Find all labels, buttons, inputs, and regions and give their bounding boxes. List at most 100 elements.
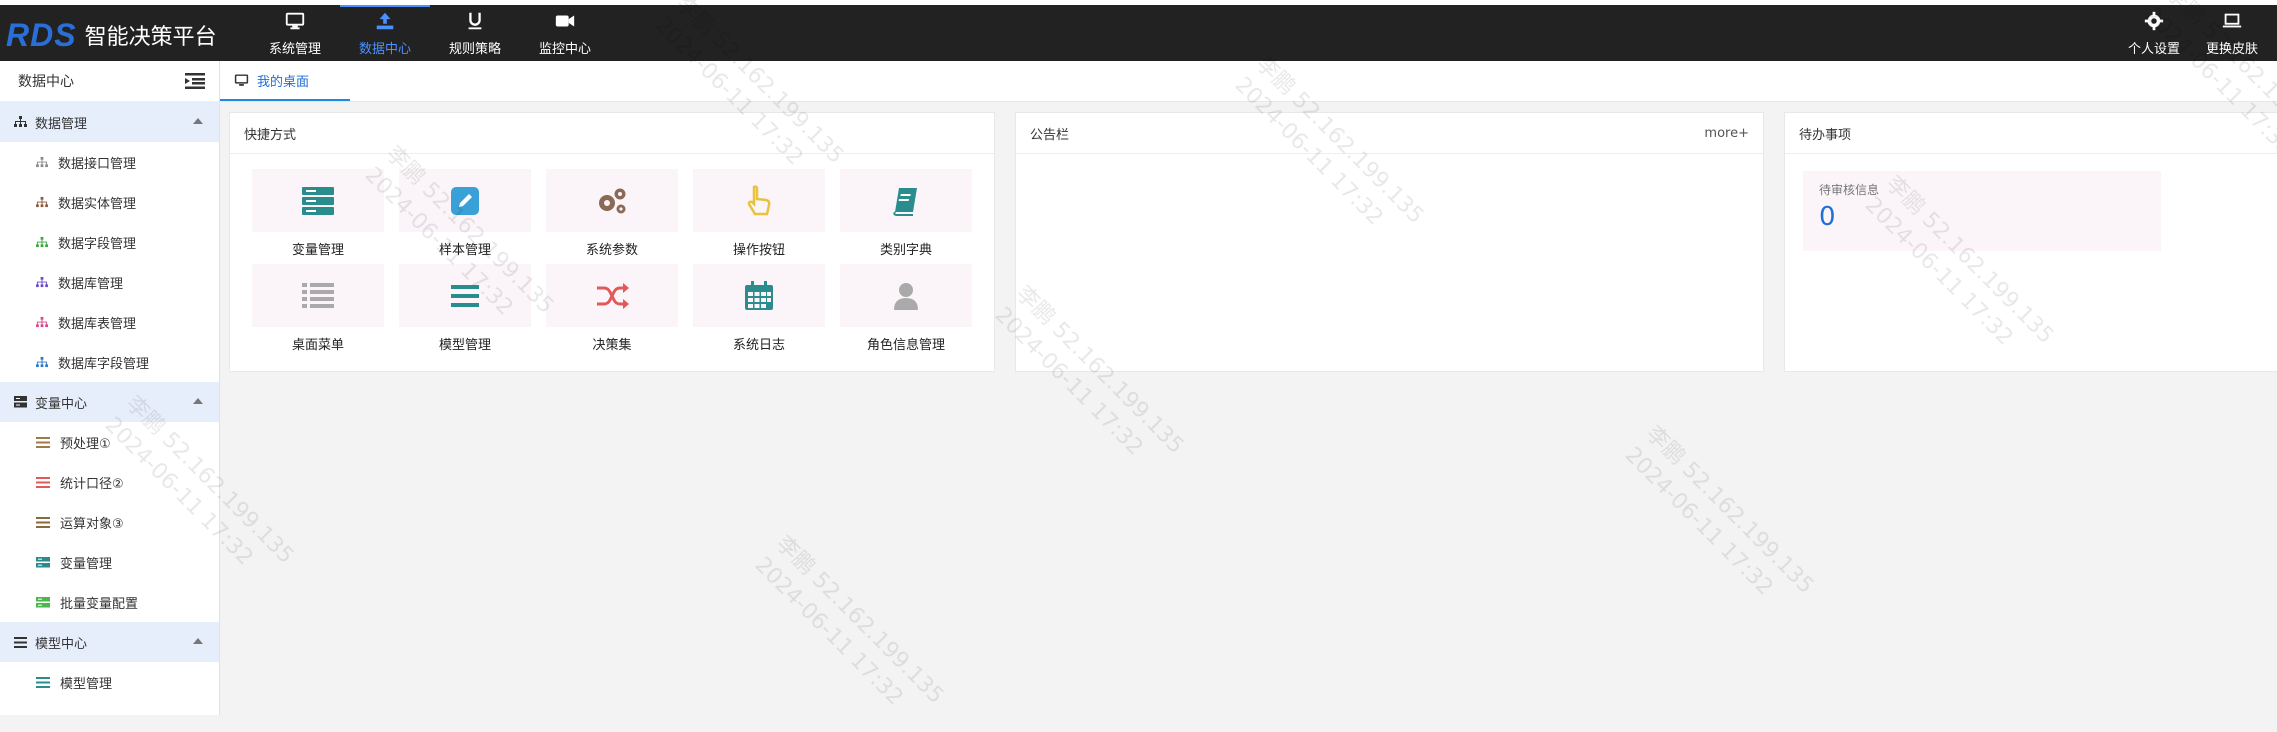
sidebar-item-label: 数据库管理 (58, 276, 124, 292)
server-icon (36, 556, 50, 567)
shortcut-system-parameters[interactable]: 系统参数 (546, 169, 678, 258)
panel-header: 快捷方式 (230, 113, 994, 154)
app-logo: RDS 智能决策平台 (6, 17, 217, 53)
logo-mark: RDS (6, 16, 77, 53)
user-icon (894, 282, 918, 310)
sidebar-item-data-entity[interactable]: 数据实体管理 (0, 182, 219, 222)
video-icon (555, 15, 575, 27)
gears-icon (599, 188, 626, 213)
gear-icon (2144, 11, 2164, 31)
book-icon (893, 187, 917, 216)
shortcut-desktop-menu[interactable]: 桌面菜单 (252, 264, 384, 353)
tab-label: 我的桌面 (257, 74, 310, 90)
list-lines-icon (36, 436, 50, 448)
watermark-name-ip: 李鹏 52.162.199.135 (1640, 421, 1819, 599)
server-icon (302, 186, 334, 215)
sidebar-item-preprocess[interactable]: 预处理① (0, 422, 219, 462)
sidebar-header: 数据中心 (0, 61, 219, 102)
bars-icon (36, 676, 50, 688)
sidebar-item-data-interface[interactable]: 数据接口管理 (0, 142, 219, 182)
sidebar-item-operand[interactable]: 运算对象③ (0, 502, 219, 542)
caret-up-icon (193, 638, 203, 644)
sitemap-icon (14, 116, 27, 127)
sidebar-item-label: 数据库表管理 (58, 316, 137, 332)
sidebar-item-model-management[interactable]: 模型管理 (0, 662, 219, 702)
watermark: 李鹏 52.162.199.1352024-06-11 17:32 (748, 530, 950, 732)
sitemap-icon (36, 316, 48, 327)
nav-label: 系统管理 (268, 42, 321, 57)
sitemap-icon (36, 356, 48, 367)
monitor-icon (234, 73, 249, 86)
app-title: 智能决策平台 (84, 25, 217, 50)
shortcut-label: 系统参数 (585, 243, 638, 258)
shortcut-label: 操作按钮 (732, 243, 785, 258)
sidebar-item-label: 变量管理 (60, 556, 113, 572)
shortcut-action-buttons[interactable]: 操作按钮 (693, 169, 825, 258)
panel-title: 待办事项 (1799, 127, 1852, 143)
shortcut-label: 模型管理 (438, 338, 491, 353)
shortcut-label: 变量管理 (291, 243, 344, 258)
sidebar-item-label: 统计口径② (60, 476, 124, 492)
sidebar-item-label: 数据字段管理 (58, 236, 137, 252)
monitor-icon (285, 12, 305, 30)
nav-monitor-center[interactable]: 监控中心 (520, 5, 610, 61)
shortcut-grid: 变量管理 样本管理 系统参数 操作按钮 类别字典 桌面菜单 模型管理 决策集 系… (252, 169, 972, 353)
bars-icon (14, 636, 27, 648)
shortcut-label: 角色信息管理 (866, 338, 945, 353)
panel-title: 快捷方式 (244, 127, 297, 143)
nav-rule-strategy[interactable]: 规则策略 (430, 5, 520, 61)
sidebar-group-variable-center[interactable]: 变量中心 (0, 382, 219, 422)
more-link[interactable]: more+ (1704, 126, 1749, 141)
collapse-menu-icon[interactable] (185, 73, 205, 89)
shortcut-model-management[interactable]: 模型管理 (399, 264, 531, 353)
nav-label: 个人设置 (2127, 42, 2180, 57)
sidebar-item-database-table[interactable]: 数据库表管理 (0, 302, 219, 342)
sidebar-group-label: 数据管理 (35, 116, 88, 132)
caret-up-icon (193, 118, 203, 124)
panel-header: 待办事项 (1785, 113, 2277, 154)
list-lines-icon (36, 516, 50, 528)
sidebar-item-data-field[interactable]: 数据字段管理 (0, 222, 219, 262)
sitemap-icon (36, 276, 48, 287)
shortcut-decision-set[interactable]: 决策集 (546, 264, 678, 353)
sidebar-item-batch-variable-config[interactable]: 批量变量配置 (0, 582, 219, 622)
sidebar-title: 数据中心 (18, 74, 74, 90)
sidebar-item-variable-management[interactable]: 变量管理 (0, 542, 219, 582)
sidebar-item-statistics-scope[interactable]: 统计口径② (0, 462, 219, 502)
top-right-nav: 个人设置 更换皮肤 (2115, 5, 2271, 61)
shortcut-role-info-management[interactable]: 角色信息管理 (840, 264, 972, 353)
sidebar-item-label: 运算对象③ (60, 516, 124, 532)
sidebar-group-model-center[interactable]: 模型中心 (0, 622, 219, 662)
nav-data-center[interactable]: 数据中心 (340, 5, 430, 61)
upload-icon (376, 12, 394, 30)
nav-label: 数据中心 (358, 42, 411, 57)
watermark-name-ip: 李鹏 52.162.199.135 (770, 531, 949, 709)
shortcut-category-dictionary[interactable]: 类别字典 (840, 169, 972, 258)
sidebar: 数据中心 数据管理 数据接口管理 数据实体管理 数据字段管理 数据库管理 数据库… (0, 61, 220, 715)
shortcut-system-log[interactable]: 系统日志 (693, 264, 825, 353)
change-skin-button[interactable]: 更换皮肤 (2193, 5, 2271, 61)
personal-settings-button[interactable]: 个人设置 (2115, 5, 2193, 61)
watermark-date: 2024-06-11 17:32 (749, 552, 908, 711)
calendar-icon (745, 280, 773, 310)
card-title: 待审核信息 (1819, 183, 1880, 197)
nav-system-management[interactable]: 系统管理 (250, 5, 340, 61)
sidebar-item-database-field[interactable]: 数据库字段管理 (0, 342, 219, 382)
pending-review-card[interactable]: 待审核信息 0 (1803, 171, 2161, 251)
sidebar-group-label: 变量中心 (35, 396, 88, 412)
nav-label: 监控中心 (538, 42, 591, 57)
panel-header: 公告栏 more+ (1016, 113, 1763, 154)
top-nav: 系统管理 数据中心 规则策略 监控中心 (250, 5, 610, 61)
sidebar-group-data-management[interactable]: 数据管理 (0, 102, 219, 142)
sidebar-item-database[interactable]: 数据库管理 (0, 262, 219, 302)
sidebar-item-label: 数据实体管理 (58, 196, 137, 212)
tab-my-desktop[interactable]: 我的桌面 (220, 61, 350, 101)
watermark: 李鹏 52.162.199.1352024-06-11 17:32 (1618, 420, 1820, 622)
underline-icon (468, 12, 482, 30)
shortcut-sample-management[interactable]: 样本管理 (399, 169, 531, 258)
pencil-icon (451, 186, 479, 215)
sidebar-group-label: 模型中心 (35, 636, 88, 652)
caret-up-icon (193, 398, 203, 404)
shortcut-variable-management[interactable]: 变量管理 (252, 169, 384, 258)
watermark-date: 2024-06-11 17:32 (1619, 442, 1778, 601)
